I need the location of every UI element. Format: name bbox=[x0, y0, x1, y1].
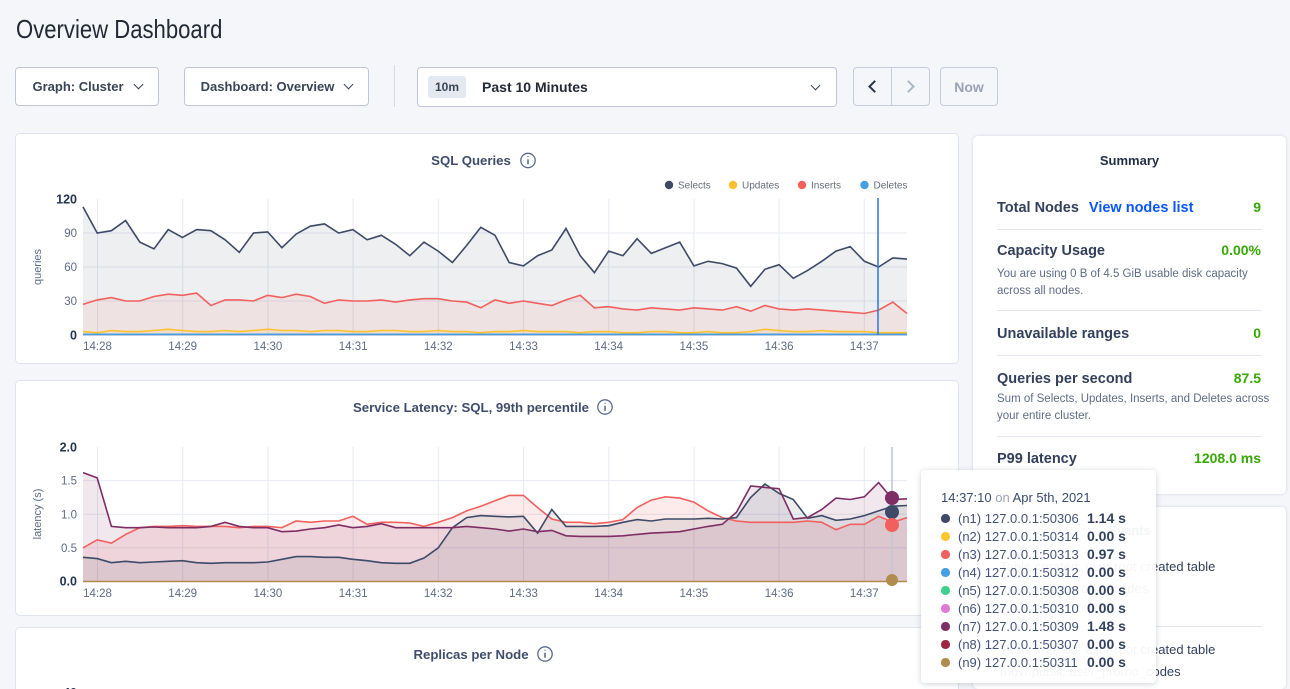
svg-text:14:31: 14:31 bbox=[339, 588, 368, 600]
svg-text:14:32: 14:32 bbox=[424, 341, 453, 353]
svg-text:14:34: 14:34 bbox=[594, 341, 623, 353]
svg-text:1.0: 1.0 bbox=[61, 509, 77, 521]
svg-text:Selects: Selects bbox=[678, 181, 711, 192]
svg-text:14:29: 14:29 bbox=[168, 341, 197, 353]
svg-text:0.5: 0.5 bbox=[61, 543, 77, 555]
svg-text:14:33: 14:33 bbox=[509, 341, 538, 353]
svg-text:14:30: 14:30 bbox=[254, 341, 283, 353]
svg-text:14:37: 14:37 bbox=[850, 588, 879, 600]
svg-text:0: 0 bbox=[70, 329, 77, 343]
svg-text:14:35: 14:35 bbox=[680, 341, 709, 353]
svg-text:90: 90 bbox=[64, 228, 77, 240]
svg-text:latency (s): latency (s) bbox=[32, 489, 44, 540]
svg-text:SQL Queries: SQL Queries bbox=[431, 153, 511, 168]
svg-text:2.0: 2.0 bbox=[60, 441, 77, 455]
svg-text:Updates: Updates bbox=[742, 181, 779, 192]
svg-text:14:30: 14:30 bbox=[254, 588, 283, 600]
svg-text:14:28: 14:28 bbox=[83, 588, 112, 600]
svg-text:14:36: 14:36 bbox=[765, 341, 794, 353]
svg-text:14:32: 14:32 bbox=[424, 588, 453, 600]
svg-text:60: 60 bbox=[64, 262, 77, 274]
svg-text:120: 120 bbox=[56, 193, 77, 207]
svg-text:queries: queries bbox=[32, 248, 44, 285]
svg-text:14:29: 14:29 bbox=[168, 588, 197, 600]
svg-text:Replicas per Node: Replicas per Node bbox=[413, 647, 528, 662]
svg-text:14:35: 14:35 bbox=[680, 588, 709, 600]
svg-text:14:33: 14:33 bbox=[509, 588, 538, 600]
svg-text:14:34: 14:34 bbox=[594, 588, 623, 600]
svg-text:Service Latency: SQL, 99th per: Service Latency: SQL, 99th percentile bbox=[353, 400, 589, 415]
svg-text:1.5: 1.5 bbox=[61, 476, 77, 488]
svg-text:0.0: 0.0 bbox=[60, 575, 77, 589]
svg-text:Inserts: Inserts bbox=[811, 181, 841, 192]
svg-text:14:37: 14:37 bbox=[850, 341, 879, 353]
svg-text:30: 30 bbox=[64, 296, 77, 308]
svg-text:Deletes: Deletes bbox=[874, 181, 908, 192]
svg-text:14:28: 14:28 bbox=[83, 341, 112, 353]
svg-text:14:31: 14:31 bbox=[339, 341, 368, 353]
svg-text:14:36: 14:36 bbox=[765, 588, 794, 600]
